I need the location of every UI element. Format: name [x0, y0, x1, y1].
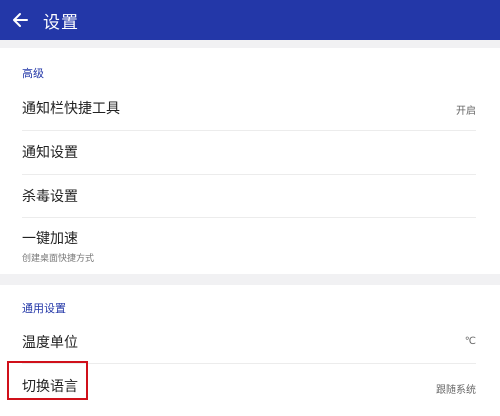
setting-value: ℃ [464, 336, 476, 347]
app-bar: 设置 [0, 0, 500, 40]
back-button[interactable] [10, 10, 30, 30]
setting-notification-bar-tools[interactable]: 通知栏快捷工具 开启 [0, 88, 500, 130]
arrow-left-icon [13, 13, 28, 27]
setting-label: 杀毒设置 [22, 189, 78, 205]
setting-subtitle: 创建桌面快捷方式 [22, 254, 95, 264]
setting-label: 通知栏快捷工具 [22, 101, 120, 117]
setting-label: 一键加速 [22, 231, 78, 247]
section-header-advanced: 高级 [22, 67, 44, 80]
setting-one-key-boost[interactable]: 一键加速 创建桌面快捷方式 [0, 218, 500, 274]
section-general: 通用设置 温度单位 ℃ 切换语言 跟随系统 [0, 285, 500, 416]
setting-label: 切换语言 [22, 379, 78, 395]
setting-label: 温度单位 [22, 335, 78, 351]
section-header-general: 通用设置 [22, 302, 66, 315]
setting-label: 通知设置 [22, 145, 78, 161]
setting-notification-settings[interactable]: 通知设置 [0, 131, 500, 174]
setting-antivirus-settings[interactable]: 杀毒设置 [0, 175, 500, 217]
setting-switch-language[interactable]: 切换语言 跟随系统 [0, 364, 500, 410]
page-title: 设置 [43, 12, 79, 33]
setting-temperature-unit[interactable]: 温度单位 ℃ [0, 321, 500, 363]
section-advanced: 高级 通知栏快捷工具 开启 通知设置 杀毒设置 一键加速 创建桌面快捷方式 [0, 48, 500, 274]
setting-value: 跟随系统 [436, 385, 476, 396]
setting-value: 开启 [456, 106, 476, 117]
